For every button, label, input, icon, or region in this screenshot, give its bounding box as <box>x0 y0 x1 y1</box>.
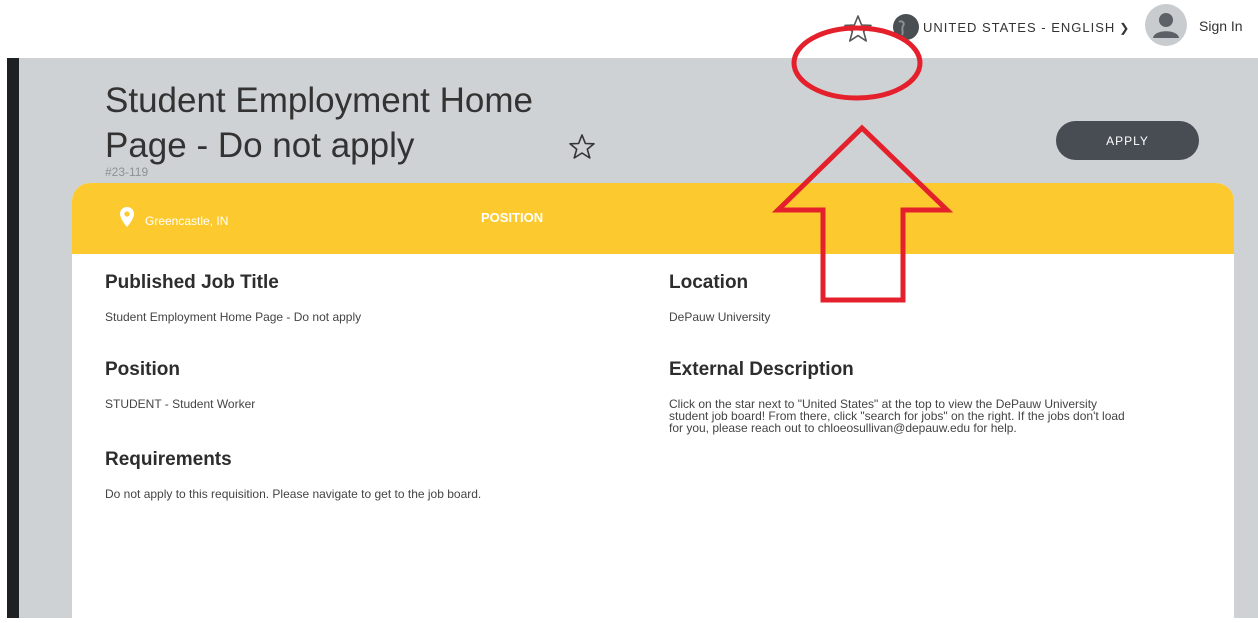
star-icon[interactable] <box>567 132 597 162</box>
field-label: External Description <box>669 359 854 380</box>
star-icon[interactable] <box>843 14 873 44</box>
description-line: for you, please reach out to chloeosulli… <box>669 421 1017 435</box>
external-description-field: External Description Click on the star n… <box>669 359 1125 434</box>
language-label: UNITED STATES - ENGLISH <box>923 20 1116 35</box>
apply-button[interactable]: APPLY <box>1056 121 1199 160</box>
field-label: Published Job Title <box>105 272 279 293</box>
position-field: Position STUDENT - Student Worker <box>105 359 255 410</box>
tab-position[interactable]: POSITION <box>481 210 543 225</box>
avatar-icon[interactable] <box>1145 4 1187 46</box>
published-job-title-field: Published Job Title Student Employment H… <box>105 272 361 323</box>
requirements-field: Requirements Do not apply to this requis… <box>105 449 481 500</box>
job-details-card: Greencastle, IN POSITION Published Job T… <box>72 183 1234 623</box>
field-value: Student Employment Home Page - Do not ap… <box>105 310 362 324</box>
field-label: Location <box>669 272 749 293</box>
globe-icon <box>893 14 919 40</box>
left-edge-bar <box>7 58 19 618</box>
field-value: DePauw University <box>669 310 771 324</box>
requisition-id: #23-119 <box>105 165 149 179</box>
map-pin-icon <box>120 207 134 227</box>
field-value: Do not apply to this requisition. Please… <box>105 487 482 501</box>
page-title: Student Employment Home Page - Do not ap… <box>105 81 533 165</box>
field-value: STUDENT - Student Worker <box>105 397 256 411</box>
field-label: Requirements <box>105 449 232 470</box>
location-label: Greencastle, IN <box>145 214 229 228</box>
field-label: Position <box>105 359 180 380</box>
chevron-down-icon: ❯ <box>1119 21 1131 35</box>
language-selector[interactable]: UNITED STATES - ENGLISH ❯ <box>923 20 1130 35</box>
sign-in-link[interactable]: Sign In <box>1199 18 1243 34</box>
location-field: Location DePauw University <box>669 272 770 323</box>
top-bar: UNITED STATES - ENGLISH ❯ Sign In <box>0 0 1258 58</box>
card-header: Greencastle, IN POSITION <box>72 183 1234 254</box>
